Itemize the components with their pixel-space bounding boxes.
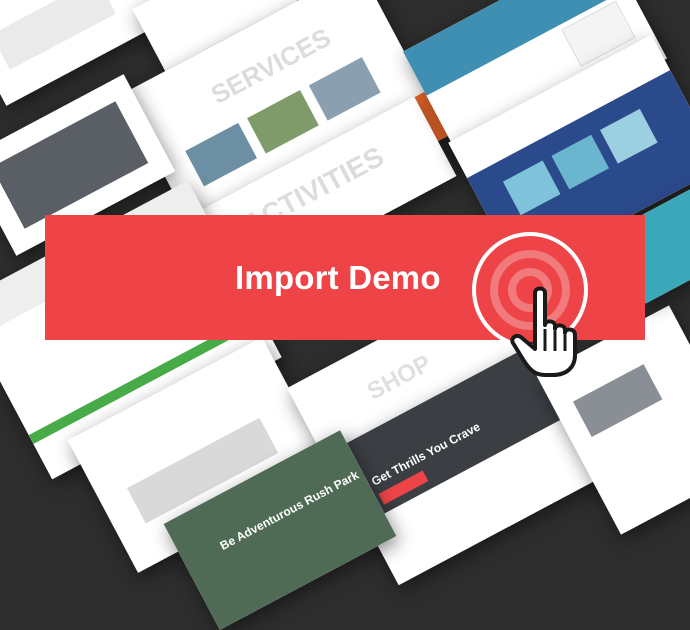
hand-pointer-icon bbox=[505, 285, 585, 380]
shop-heading: SHOP bbox=[362, 349, 436, 406]
